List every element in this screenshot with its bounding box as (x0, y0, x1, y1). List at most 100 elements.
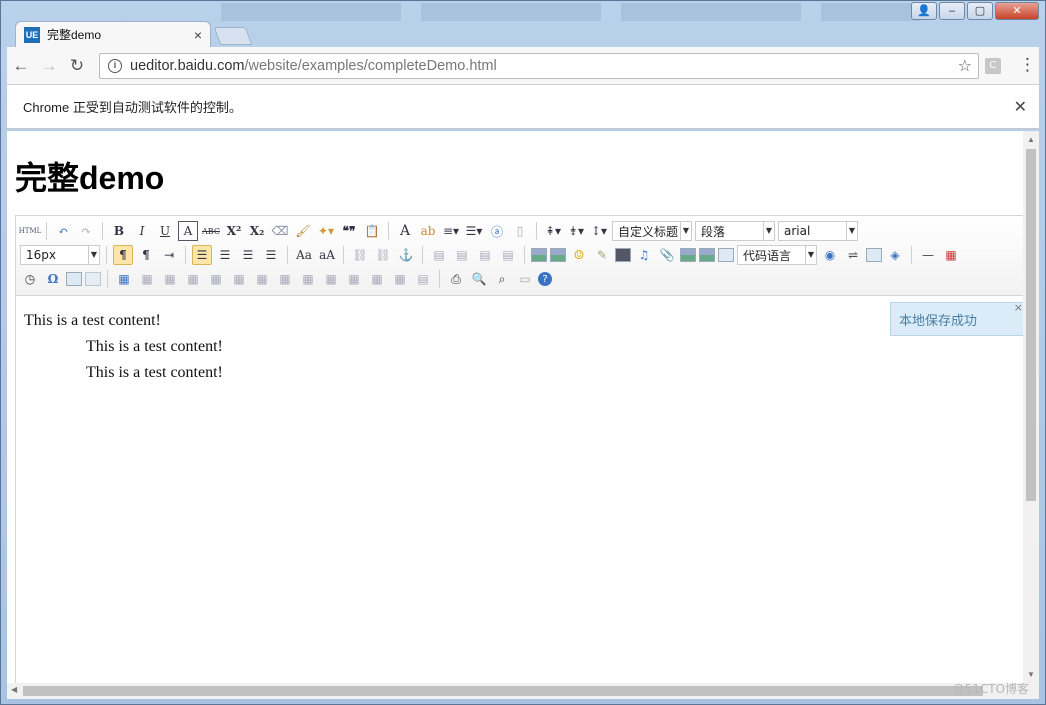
insert-row-icon[interactable]: ▦ (183, 269, 203, 289)
fontborder-button[interactable]: A (178, 221, 198, 241)
extension-icon[interactable]: C (985, 58, 1001, 74)
code-language-select[interactable]: 代码语言 ▼ (737, 245, 817, 265)
profile-button[interactable]: 👤 (911, 2, 937, 20)
image-left-icon[interactable]: ▤ (452, 245, 472, 265)
maximize-button[interactable]: ▢ (967, 2, 993, 20)
scroll-up-icon[interactable]: ▲ (1027, 135, 1035, 144)
insert-col-icon[interactable]: ▦ (229, 269, 249, 289)
horizontal-rule-icon[interactable]: — (918, 245, 938, 265)
font-family-select[interactable]: arial ▼ (778, 221, 858, 241)
merge-cells-icon[interactable]: ▦ (275, 269, 295, 289)
row-spacing-bottom-icon[interactable]: ⇟▾ (566, 221, 586, 241)
scroll-down-icon[interactable]: ▼ (1027, 670, 1035, 679)
line-height-icon[interactable]: ↕▾ (589, 221, 609, 241)
insert-paragraph-before-table-icon[interactable]: ▦ (160, 269, 180, 289)
split-to-cells-icon[interactable]: ▦ (344, 269, 364, 289)
simple-upload-icon[interactable] (531, 248, 547, 262)
vertical-scroll-thumb[interactable] (1026, 149, 1036, 501)
preview-icon[interactable]: 🔍 (469, 269, 489, 289)
subscript-button[interactable]: X₂ (247, 221, 267, 241)
blockquote-icon[interactable]: ❝❞ (339, 221, 359, 241)
horizontal-scrollbar[interactable]: ◀ (7, 683, 1039, 699)
align-center-icon[interactable]: ☰ (215, 245, 235, 265)
back-button[interactable]: ← (7, 56, 35, 76)
select-all-icon[interactable]: ⓐ (487, 221, 507, 241)
image-none-icon[interactable]: ▤ (429, 245, 449, 265)
image-right-icon[interactable]: ▤ (475, 245, 495, 265)
auto-typeset-icon[interactable]: ✦▾ (316, 221, 336, 241)
print-icon[interactable]: ⎙ (446, 269, 466, 289)
paragraph-select[interactable]: 段落 ▼ (695, 221, 775, 241)
reload-button[interactable]: ↻ (63, 56, 91, 76)
split-to-cols-icon[interactable]: ▦ (390, 269, 410, 289)
direction-ltr-button[interactable]: ¶ (113, 245, 133, 265)
scroll-left-icon[interactable]: ◀ (11, 685, 17, 694)
close-window-button[interactable]: ✕ (995, 2, 1039, 20)
minimize-button[interactable]: – (939, 2, 965, 20)
music-icon[interactable]: ♫ (634, 245, 654, 265)
chart-icon[interactable]: ▤ (413, 269, 433, 289)
emotion-icon[interactable]: ☺ (569, 245, 589, 265)
special-char-button[interactable]: Ω (43, 269, 63, 289)
tab-close-icon[interactable]: × (194, 27, 202, 43)
custom-heading-select[interactable]: 自定义标题 ▼ (612, 221, 692, 241)
backcolor-button[interactable]: ab (418, 221, 438, 241)
new-tab-button[interactable] (213, 27, 253, 45)
template-icon[interactable] (866, 248, 882, 262)
time-icon[interactable]: ◷ (20, 269, 40, 289)
gmap-icon[interactable] (699, 248, 715, 262)
split-to-rows-icon[interactable]: ▦ (367, 269, 387, 289)
to-lowercase-icon[interactable]: aA (317, 245, 337, 265)
background-icon[interactable]: ◈ (885, 245, 905, 265)
insert-frame-icon[interactable] (718, 248, 734, 262)
align-justify-icon[interactable]: ☰ (261, 245, 281, 265)
merge-down-icon[interactable]: ▦ (321, 269, 341, 289)
insert-video-icon[interactable] (615, 248, 631, 262)
toast-close-icon[interactable]: × (1014, 301, 1023, 314)
font-size-select[interactable]: 16px ▼ (20, 245, 100, 265)
delete-col-icon[interactable]: ▦ (252, 269, 272, 289)
search-replace-icon[interactable]: ⌕ (492, 269, 512, 289)
strikethrough-button[interactable]: ABC (201, 221, 221, 241)
ordered-list-icon[interactable]: ≡▾ (441, 221, 461, 241)
browser-tab[interactable]: UE 完整demo × (15, 21, 211, 47)
infobar-close-icon[interactable]: ✕ (1014, 97, 1027, 117)
eraser-icon[interactable]: ⌫ (270, 221, 290, 241)
delete-table-icon[interactable]: ▦ (137, 269, 157, 289)
chrome-menu-icon[interactable]: ⋮ (1019, 55, 1036, 75)
image-center-icon[interactable]: ▤ (498, 245, 518, 265)
indent-icon[interactable]: ⇥ (159, 245, 179, 265)
underline-button[interactable]: U (155, 221, 175, 241)
paste-plain-icon[interactable]: 📋 (362, 221, 382, 241)
align-right-icon[interactable]: ☰ (238, 245, 258, 265)
editor-content[interactable]: This is a test content! This is a test c… (24, 308, 223, 386)
unordered-list-icon[interactable]: ☰▾ (464, 221, 484, 241)
page-break-icon[interactable]: ⇌ (843, 245, 863, 265)
bold-button[interactable]: B (109, 221, 129, 241)
bookmark-star-icon[interactable]: ☆ (958, 56, 972, 76)
merge-right-icon[interactable]: ▦ (298, 269, 318, 289)
insert-table-icon[interactable]: ▦ (114, 269, 134, 289)
redo-icon[interactable]: ↷ (76, 221, 96, 241)
snapscreen-icon[interactable] (85, 272, 101, 286)
vertical-scrollbar[interactable]: ▲ ▼ (1023, 131, 1039, 683)
superscript-button[interactable]: X² (224, 221, 244, 241)
drafts-icon[interactable]: ▭ (515, 269, 535, 289)
undo-icon[interactable]: ↶ (53, 221, 73, 241)
map-icon[interactable] (680, 248, 696, 262)
row-spacing-top-icon[interactable]: ⇞▾ (543, 221, 563, 241)
attachment-icon[interactable]: 📎 (657, 245, 677, 265)
clear-doc-icon[interactable]: ▯ (510, 221, 530, 241)
scrawl-icon[interactable]: ✎ (592, 245, 612, 265)
web-app-icon[interactable]: ◉ (820, 245, 840, 265)
unlink-icon[interactable]: ⛓ (373, 245, 393, 265)
to-uppercase-icon[interactable]: Aa (294, 245, 314, 265)
insert-image-icon[interactable] (550, 248, 566, 262)
html-source-button[interactable]: HTML (19, 221, 42, 241)
word-image-icon[interactable] (66, 272, 82, 286)
format-brush-icon[interactable]: 🖌 (293, 221, 313, 241)
help-button[interactable]: ? (538, 272, 552, 286)
link-icon[interactable]: ⛓ (350, 245, 370, 265)
forward-button[interactable]: → (35, 56, 63, 76)
italic-button[interactable]: I (132, 221, 152, 241)
